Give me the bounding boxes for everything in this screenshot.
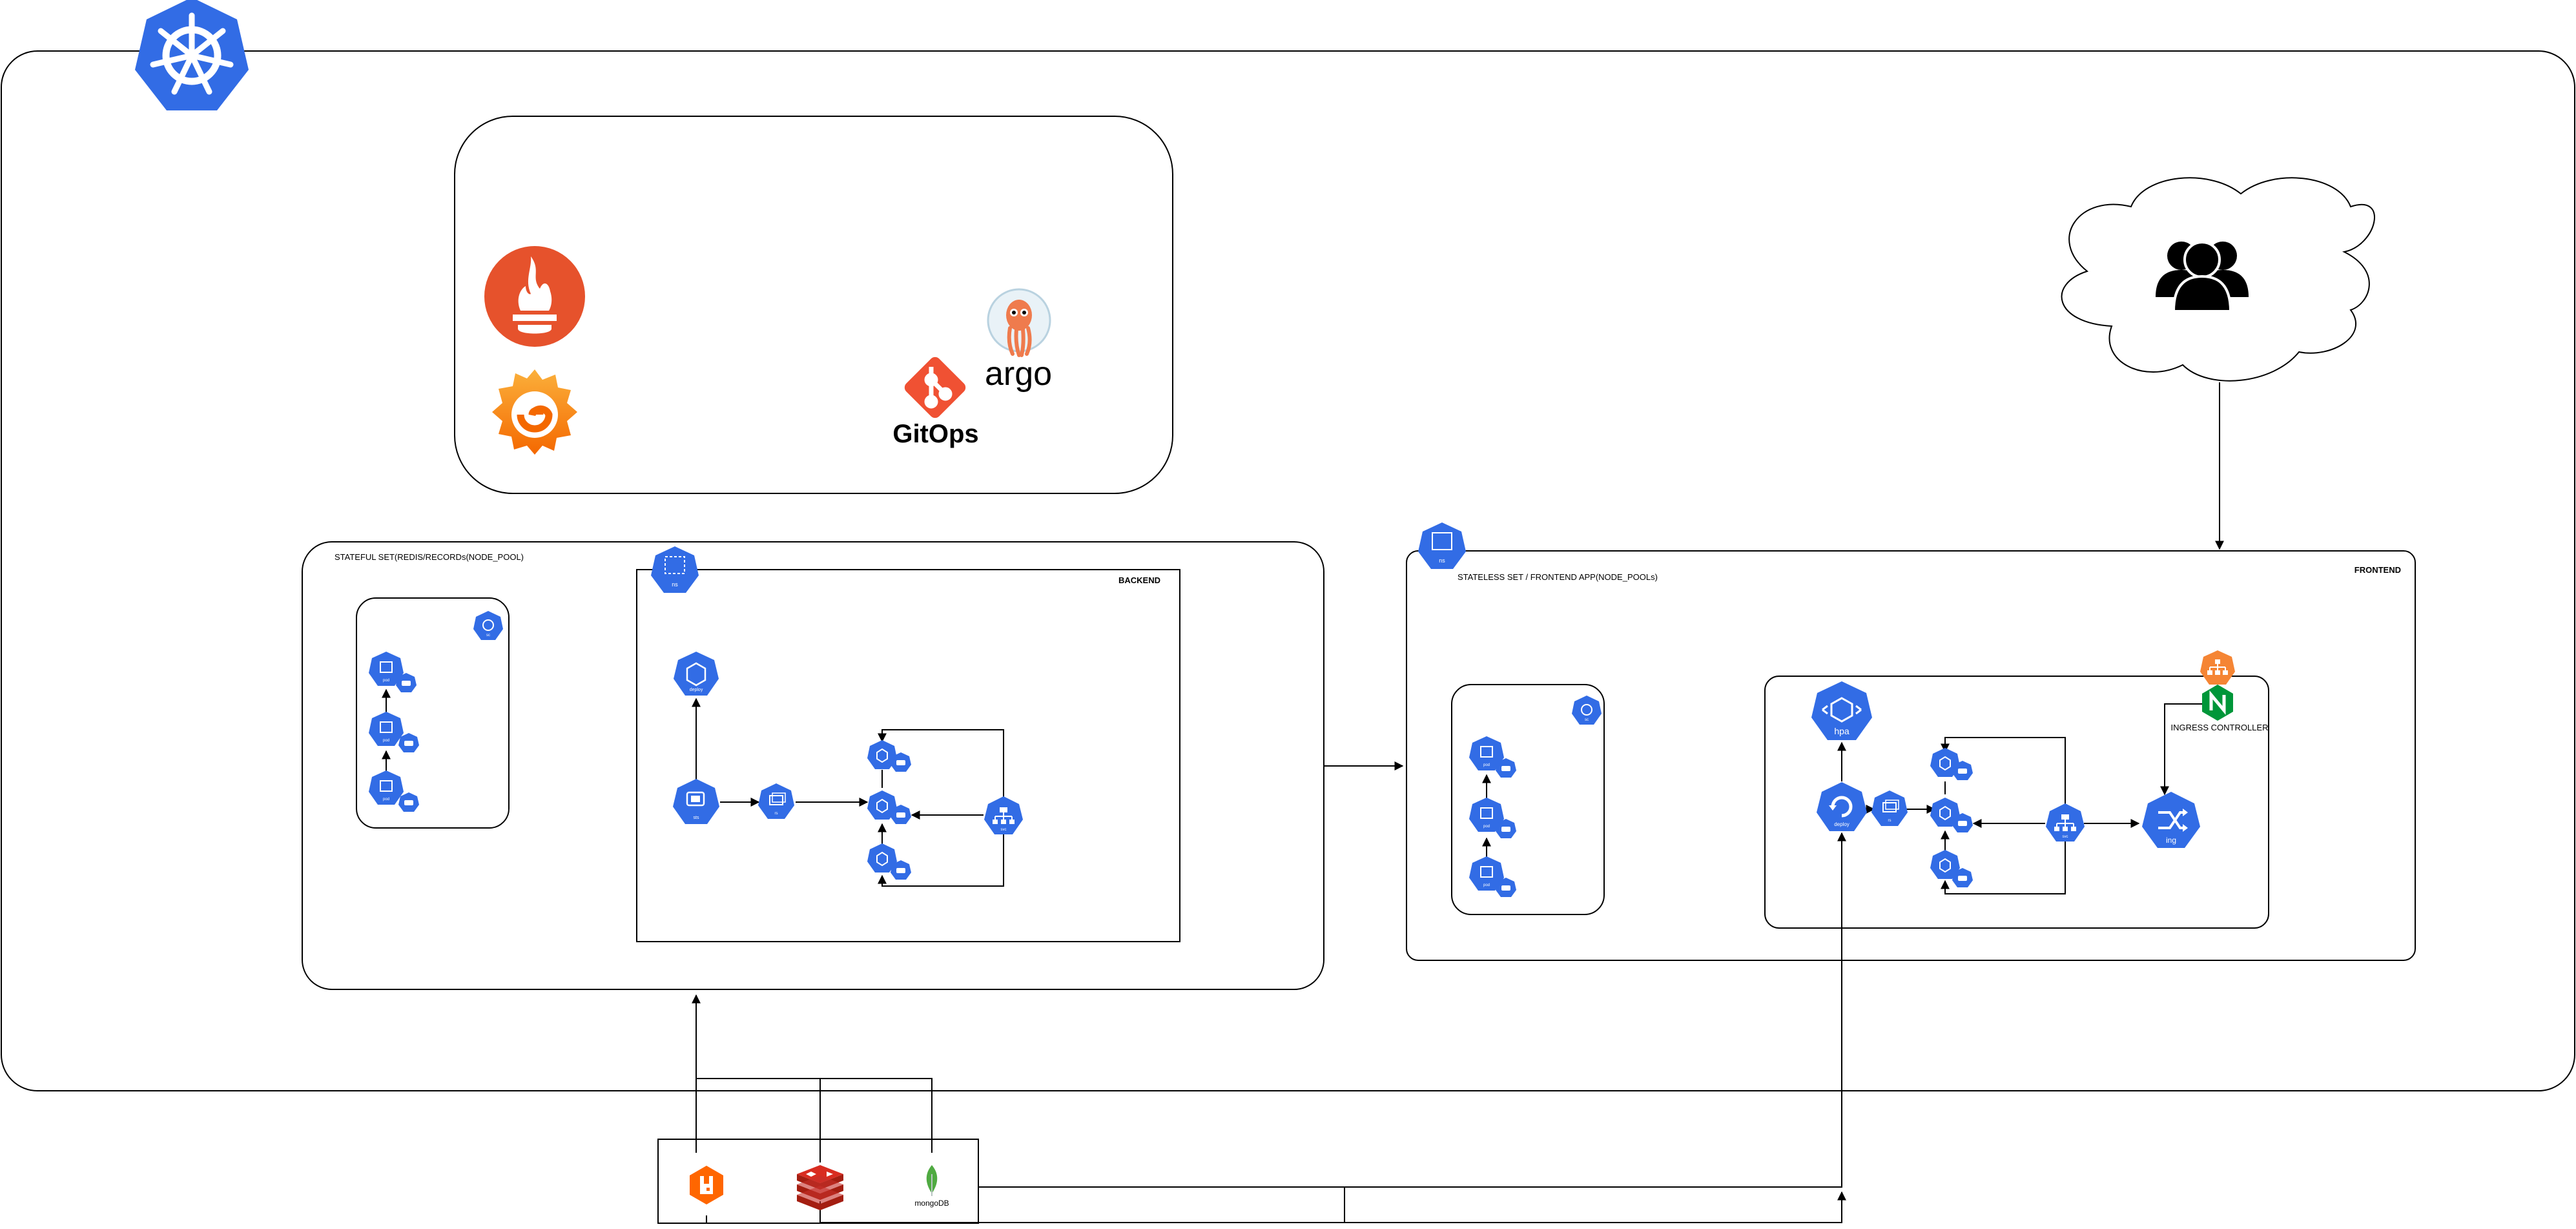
stateful-set-box <box>302 541 1324 990</box>
backend-service-icon: svc <box>984 796 1023 834</box>
argo-label: argo <box>985 355 1052 393</box>
svc-text: svc <box>1001 828 1007 832</box>
deploy-text: deploy <box>1834 821 1850 827</box>
prometheus-icon <box>484 246 585 347</box>
frontend-replicaset-icon: rs <box>1871 790 1908 826</box>
pod-text: pod <box>383 679 389 683</box>
ns-text: ns <box>672 581 678 588</box>
storage-class-icon: sc <box>473 611 503 640</box>
rabbitmq-icon <box>690 1166 723 1204</box>
stateless-set-label: STATELESS SET / FRONTEND APP(NODE_POOLs) <box>1458 572 1658 582</box>
svc-text: svc <box>2063 835 2068 839</box>
backend-replicaset-icon: rs <box>758 783 794 819</box>
frontend-namespace-icon: ns <box>1418 522 1466 569</box>
rs-text: rs <box>1888 819 1891 823</box>
ns-text: ns <box>1439 557 1445 564</box>
backend-namespace-icon: ns <box>651 546 699 593</box>
deploy-text: deploy <box>690 688 703 692</box>
pod-text: pod <box>1483 825 1490 829</box>
argo-icon <box>987 288 1051 357</box>
frontend-service-icon: svc <box>2046 803 2085 842</box>
git-icon <box>904 356 966 418</box>
pod-text: pod <box>383 798 389 801</box>
storage-class-icon: sc <box>1572 696 1602 725</box>
hpa-text: hpa <box>1834 726 1850 736</box>
frontend-box <box>1406 550 2416 961</box>
sc-text: sc <box>486 634 490 637</box>
nginx-icon <box>2202 685 2233 721</box>
ing-text: ing <box>2166 836 2176 845</box>
stateful-pod-icon: pod <box>369 712 404 746</box>
ingress-controller-label: INGRESS CONTROLLER <box>2171 723 2269 732</box>
mongodb-icon <box>926 1165 938 1196</box>
gitops-label: GitOps <box>892 420 978 448</box>
backend-deploy-icon: deploy <box>674 652 719 696</box>
mongodb-label: mongoDB <box>914 1199 949 1208</box>
stateful-set-label: STATEFUL SET(REDIS/RECORDs(NODE_POOL) <box>335 552 524 562</box>
kubernetes-logo-icon <box>135 0 249 110</box>
pod-text: pod <box>1483 883 1490 887</box>
stateful-pod-icon: pod <box>369 770 404 805</box>
pod-text: pod <box>1483 763 1490 767</box>
frontend-label: FRONTEND <box>2354 565 2401 575</box>
volume-icon <box>398 792 419 812</box>
pod-text: pod <box>383 739 389 743</box>
frontend-hpa-icon: hpa <box>1811 681 1872 740</box>
sts-text: sts <box>694 816 699 820</box>
backend-statefulset-icon: sts <box>673 779 719 824</box>
architecture-diagram: GitOps argo STATEFUL SET(REDIS/RECORDs(N… <box>1 0 2575 1224</box>
frontend-ingress-icon: ing <box>2142 792 2200 848</box>
frontend-deploy-icon: deploy <box>1817 782 1867 831</box>
redis-icon <box>797 1165 843 1210</box>
backend-label: BACKEND <box>1118 575 1160 585</box>
load-balancer-icon <box>2200 650 2235 685</box>
grafana-icon <box>492 369 577 455</box>
rs-text: rs <box>775 812 778 816</box>
sc-text: sc <box>1585 718 1589 722</box>
